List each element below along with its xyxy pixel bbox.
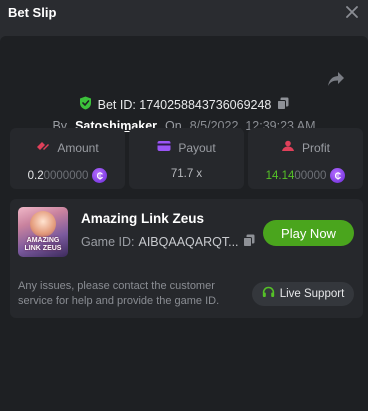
live-support-label: Live Support: [279, 288, 345, 300]
payout-label: Payout: [178, 140, 216, 155]
game-name: Amazing Link Zeus: [81, 211, 205, 226]
page-title: Bet Slip: [8, 4, 57, 20]
game-id-value: AIBQAAQARQT...: [138, 235, 239, 249]
bet-stats: Amount 0.20000000 ₵ Payout 71.7 x Profit…: [10, 128, 363, 189]
coin-icon: ₵: [330, 168, 346, 183]
headset-icon: [262, 286, 275, 302]
payout-stat: Payout 71.7 x: [129, 128, 244, 189]
share-icon[interactable]: [326, 70, 346, 88]
close-icon[interactable]: [344, 4, 360, 20]
bet-id-row: Bet ID: 1740258843736069248: [0, 96, 368, 113]
amount-label: Amount: [57, 140, 99, 155]
profit-stat: Profit 14.1400000 ₵: [248, 128, 363, 189]
wallet-icon: [157, 140, 171, 155]
amount-value: 0.2: [27, 169, 44, 182]
amount-icon: [36, 140, 50, 155]
game-thumbnail-figure: [30, 211, 56, 237]
game-thumbnail-logo: AMAZING LINK ZEUS: [24, 237, 62, 252]
copy-icon[interactable]: [277, 97, 289, 113]
shield-check-icon: [79, 96, 92, 113]
profit-label: Profit: [301, 140, 330, 155]
live-support-button[interactable]: Live Support: [252, 282, 354, 306]
payout-value: 71.7 x: [170, 168, 203, 180]
amount-stat: Amount 0.20000000 ₵: [10, 128, 125, 189]
copy-icon[interactable]: [242, 234, 255, 250]
profit-icon: [281, 140, 295, 155]
game-card: AMAZING LINK ZEUS Amazing Link Zeus Game…: [10, 199, 363, 318]
coin-icon: ₵: [92, 168, 108, 183]
play-now-button[interactable]: Play Now: [263, 220, 354, 246]
support-notice: Any issues, please contact the customer …: [18, 280, 220, 307]
amount-value-zeros: 0000000: [43, 169, 89, 182]
bet-id: Bet ID: 1740258843736069248: [97, 97, 272, 112]
game-id-row: Game ID: AIBQAAQARQT...: [81, 234, 255, 250]
header: Bet Slip: [0, 0, 368, 24]
profit-value: 14.14: [265, 169, 295, 182]
profit-value-zeros: 00000: [294, 169, 327, 182]
game-thumbnail[interactable]: AMAZING LINK ZEUS: [18, 207, 68, 257]
game-id-label: Game ID:: [81, 235, 135, 249]
